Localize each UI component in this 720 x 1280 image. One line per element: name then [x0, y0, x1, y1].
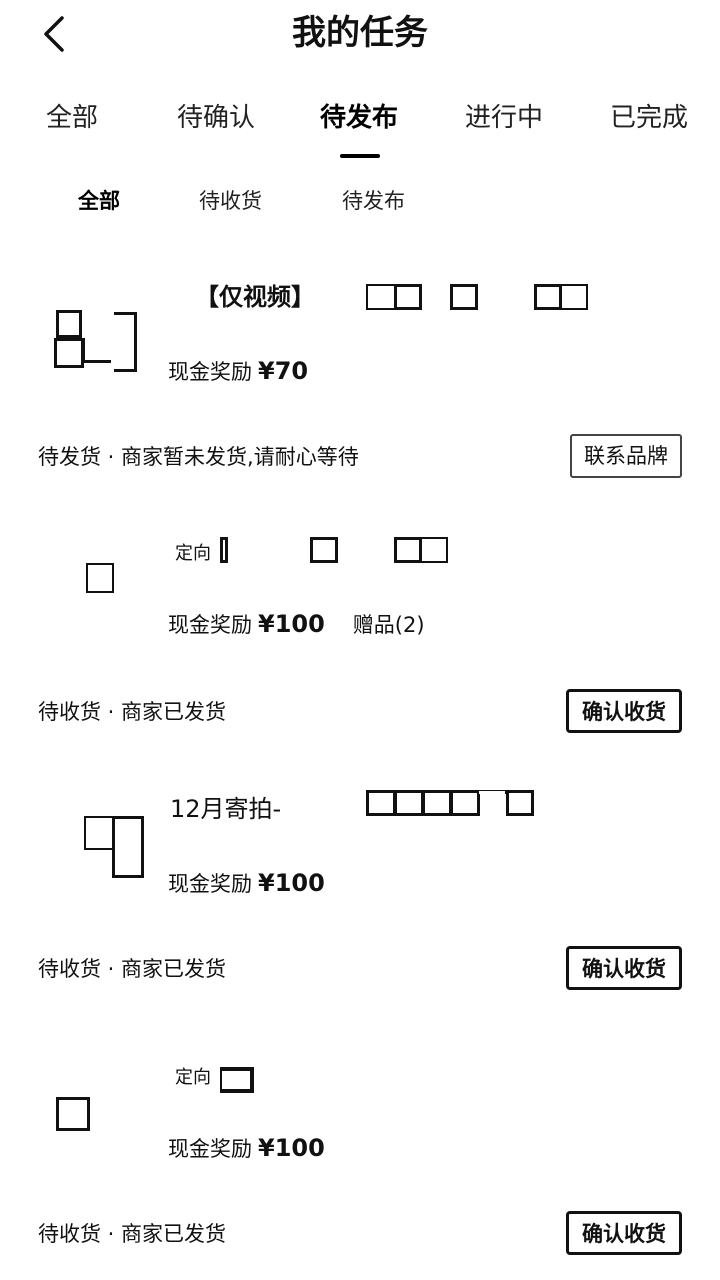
task-card[interactable]: 定向 现金奖励 ¥100 待收货 · 商家已发货 确认收货 [0, 1045, 720, 1265]
task-card[interactable]: 12月寄拍- 现金奖励 ¥100 待收货 · 商家已发货 确认收货 [0, 780, 720, 1000]
task-status: 待收货 · 商家已发货 [38, 957, 227, 981]
header-bar: 我的任务 [0, 0, 720, 72]
task-thumbnail [46, 810, 146, 910]
task-thumbnail [46, 555, 146, 655]
tab-pending-publish[interactable]: 待发布 [320, 96, 398, 140]
task-status: 待收货 · 商家已发货 [38, 1222, 227, 1246]
task-title: 定向 [175, 1067, 211, 1088]
redacted-title-text [220, 537, 460, 563]
reward-amount: ¥100 [258, 610, 325, 638]
reward-line: 现金奖励 ¥100 [168, 866, 325, 901]
tab-pending-confirm[interactable]: 待确认 [177, 96, 255, 140]
tab-in-progress[interactable]: 进行中 [465, 96, 543, 140]
task-title: 12月寄拍- [170, 795, 282, 823]
reward-amount: ¥100 [258, 1134, 325, 1162]
reward-label: 现金奖励 [168, 613, 252, 637]
page-title: 我的任务 [292, 13, 428, 53]
redacted-title-text [366, 790, 546, 816]
redacted-title-text [366, 284, 596, 310]
subtab-pending-publish[interactable]: 待发布 [342, 182, 405, 220]
gift-label: 赠品(2) [352, 613, 425, 637]
reward-line: 现金奖励 ¥100 赠品(2) [168, 607, 425, 642]
task-thumbnail [46, 304, 146, 404]
confirm-receipt-button[interactable]: 确认收货 [566, 1211, 682, 1255]
sub-tabs: 全部 待收货 待发布 [0, 182, 720, 222]
task-title: 定向 [175, 543, 211, 564]
reward-line: 现金奖励 ¥70 [168, 354, 308, 389]
task-title: 【仅视频】 [195, 283, 315, 311]
task-status: 待收货 · 商家已发货 [38, 700, 227, 724]
tab-all[interactable]: 全部 [46, 96, 98, 140]
active-tab-indicator [340, 154, 380, 158]
subtab-all[interactable]: 全部 [78, 182, 120, 220]
subtab-pending-receipt[interactable]: 待收货 [199, 182, 262, 220]
task-card[interactable]: 【仅视频】 现金奖励 ¥70 待发货 · 商家暂未发货,请耐心等待 联系品牌 [0, 270, 720, 490]
confirm-receipt-button[interactable]: 确认收货 [566, 689, 682, 733]
redacted-title-text [220, 1067, 280, 1093]
reward-label: 现金奖励 [168, 1137, 252, 1161]
task-thumbnail [46, 1085, 146, 1185]
task-card[interactable]: 定向 现金奖励 ¥100 赠品(2) 待收货 · 商家已发货 确认收货 [0, 525, 720, 745]
reward-label: 现金奖励 [168, 360, 252, 384]
confirm-receipt-button[interactable]: 确认收货 [566, 946, 682, 990]
reward-line: 现金奖励 ¥100 [168, 1131, 325, 1166]
status-tabs: 全部 待确认 待发布 进行中 已完成 [0, 96, 720, 166]
task-status: 待发货 · 商家暂未发货,请耐心等待 [38, 445, 359, 469]
reward-amount: ¥70 [258, 357, 309, 385]
reward-amount: ¥100 [258, 869, 325, 897]
tab-completed[interactable]: 已完成 [610, 96, 688, 140]
reward-label: 现金奖励 [168, 872, 252, 896]
contact-brand-button[interactable]: 联系品牌 [570, 434, 682, 478]
